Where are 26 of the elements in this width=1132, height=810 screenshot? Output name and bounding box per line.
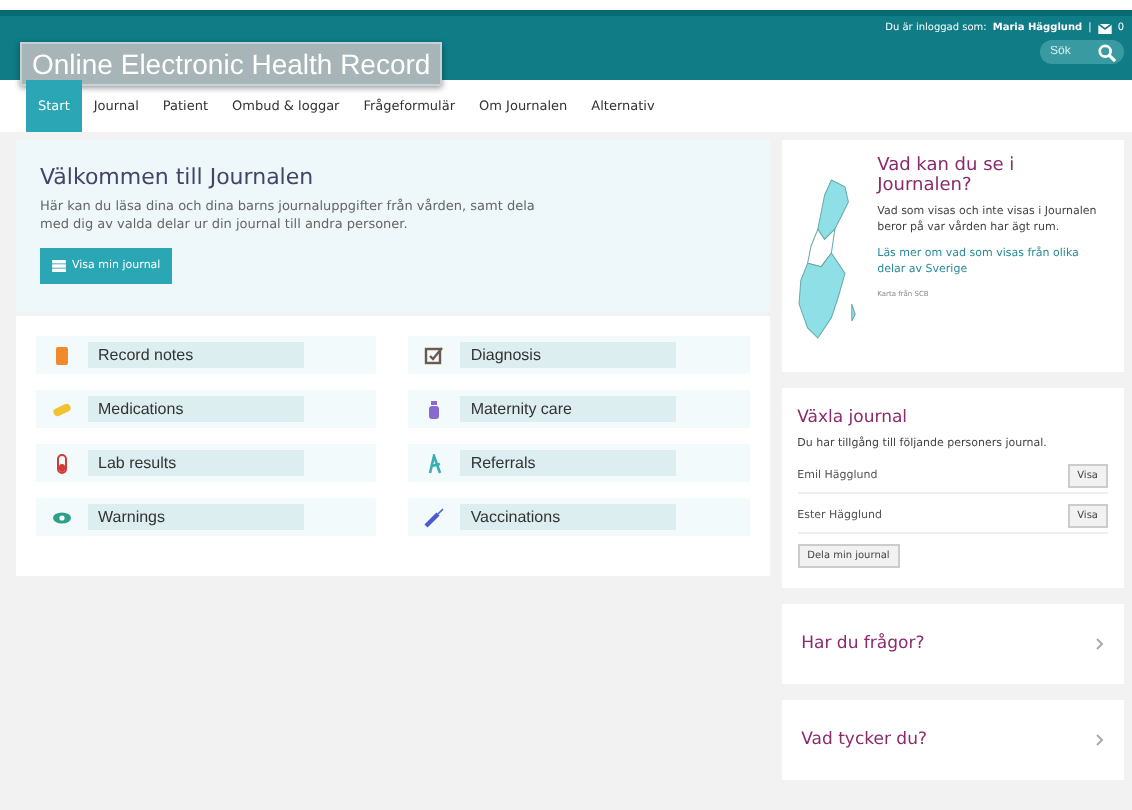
checkbox-icon xyxy=(424,345,445,365)
category-item[interactable]: Medications xyxy=(36,390,377,428)
chevron-icon xyxy=(1096,733,1104,746)
test-tube-icon xyxy=(52,453,72,473)
link-card[interactable]: Vad tycker du? xyxy=(781,699,1124,780)
category-item[interactable]: Record notes xyxy=(36,336,377,374)
category-item[interactable]: Referrals xyxy=(408,444,750,482)
list-icon xyxy=(52,259,66,272)
category-item[interactable]: Lab results xyxy=(36,444,377,482)
category-item[interactable]: Maternity care xyxy=(408,390,750,428)
category-item[interactable]: Diagnosis xyxy=(408,336,750,374)
syringe-icon xyxy=(424,507,445,527)
welcome-title: Välkommen till Journalen xyxy=(40,164,316,190)
link-card[interactable]: Har du frågor? xyxy=(781,603,1124,684)
search-icon[interactable] xyxy=(1098,43,1116,61)
envelope-icon[interactable] xyxy=(1097,23,1112,33)
baby-bottle-icon xyxy=(424,399,445,419)
notebook-icon xyxy=(52,345,72,365)
info-title: Vad kan du se i Journalen? xyxy=(877,156,1017,196)
category-item[interactable]: Warnings xyxy=(36,498,377,536)
pill-icon xyxy=(52,399,72,419)
app-title: Online Electronic Health Record xyxy=(20,42,443,86)
category-item[interactable]: Vaccinations xyxy=(408,498,750,536)
chevron-icon xyxy=(1096,637,1104,650)
switch-title: Växla journal xyxy=(797,408,910,428)
eye-icon xyxy=(52,507,72,527)
